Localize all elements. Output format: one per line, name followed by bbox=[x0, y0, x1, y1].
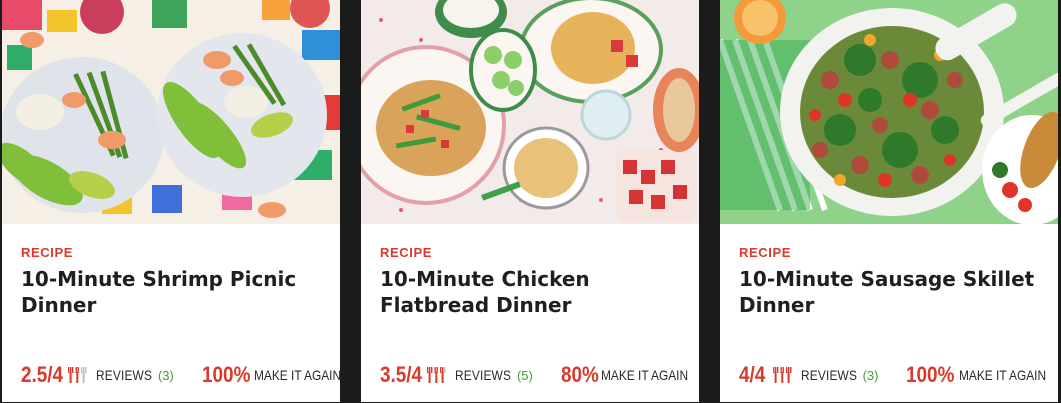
recipe-tag: RECIPE bbox=[739, 245, 792, 260]
recipe-tag: RECIPE bbox=[21, 245, 74, 260]
recipe-card[interactable]: RECIPE 10-Minute Shrimp Picnic Dinner 2.… bbox=[2, 0, 341, 402]
reviews-label[interactable]: REVIEWS bbox=[801, 367, 857, 383]
recipe-image[interactable] bbox=[720, 0, 1058, 224]
rating-value: 4/4 bbox=[739, 362, 766, 387]
recipe-title[interactable]: 10-Minute Sausage Skillet Dinner bbox=[739, 266, 1039, 318]
recipe-card[interactable]: RECIPE 10-Minute Sausage Skillet Dinner … bbox=[720, 0, 1058, 402]
recipe-grid: RECIPE 10-Minute Shrimp Picnic Dinner 2.… bbox=[0, 0, 1061, 403]
reviews-label[interactable]: REVIEWS bbox=[455, 367, 511, 383]
make-again-percent: 80% bbox=[560, 362, 599, 387]
recipe-meta: 2.5/4 REVIEWS (3) 100% MAKE IT AGAIN bbox=[21, 358, 341, 392]
rating-value: 2.5/4 bbox=[21, 362, 64, 387]
recipe-meta: 3.5/4 REVIEWS (5) 80% MAKE IT AGAIN bbox=[380, 358, 688, 392]
rating-value: 3.5/4 bbox=[380, 362, 423, 387]
make-again-percent: 100% bbox=[201, 362, 251, 387]
reviews-count: (5) bbox=[516, 367, 533, 383]
recipe-title[interactable]: 10-Minute Shrimp Picnic Dinner bbox=[21, 266, 321, 318]
make-again-percent: 100% bbox=[906, 362, 955, 387]
make-again-label: MAKE IT AGAIN bbox=[600, 367, 688, 383]
make-again-label: MAKE IT AGAIN bbox=[958, 367, 1046, 383]
recipe-tag: RECIPE bbox=[380, 245, 433, 260]
sausage-skillet-photo bbox=[720, 0, 1058, 224]
recipe-image[interactable] bbox=[361, 0, 699, 224]
recipe-image[interactable] bbox=[2, 0, 340, 224]
make-again-label: MAKE IT AGAIN bbox=[254, 367, 342, 383]
fork-rating-icon bbox=[67, 366, 89, 384]
reviews-label[interactable]: REVIEWS bbox=[96, 367, 152, 383]
reviews-count: (3) bbox=[862, 367, 879, 383]
reviews-count: (3) bbox=[157, 367, 174, 383]
chicken-flatbread-photo bbox=[361, 0, 699, 224]
recipe-meta: 4/4 REVIEWS (3) 100% MAKE IT AGAIN bbox=[739, 358, 1046, 392]
recipe-card[interactable]: RECIPE 10-Minute Chicken Flatbread Dinne… bbox=[361, 0, 699, 402]
fork-rating-icon bbox=[426, 366, 448, 384]
recipe-title[interactable]: 10-Minute Chicken Flatbread Dinner bbox=[380, 266, 680, 318]
shrimp-picnic-photo bbox=[2, 0, 340, 224]
fork-rating-icon bbox=[772, 366, 794, 384]
